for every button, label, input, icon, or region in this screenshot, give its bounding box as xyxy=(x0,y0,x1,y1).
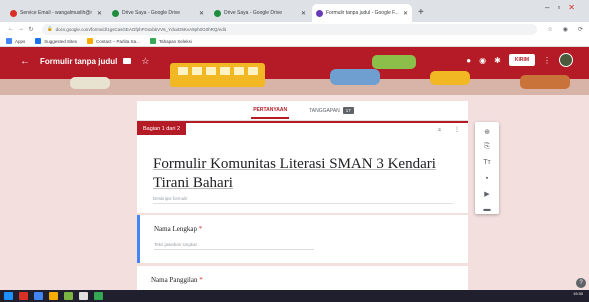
palette-icon[interactable]: ● xyxy=(466,56,471,65)
tab-responses[interactable]: TANGGAPAN 17 xyxy=(309,107,354,114)
windows-taskbar: 19:30 xyxy=(0,290,589,302)
bookmark-star-icon[interactable]: ☆ xyxy=(547,26,552,33)
start-icon[interactable] xyxy=(4,292,13,300)
browser-tab[interactable]: Drive Saya - Google Drive ✕ xyxy=(210,4,310,22)
close-tab-icon[interactable]: ✕ xyxy=(199,10,204,17)
bookmark-tahapan-seleksi[interactable]: Tahapan Seleksi xyxy=(149,38,192,44)
question-title-text: Nama Lengkap xyxy=(154,225,197,233)
floating-toolbar: ⊕ ⎘ Tт ▪ ▶ ▬ xyxy=(475,122,499,214)
form-header: ← Formulir tanpa judul ☆ ● ◉ ✱ KIRIM ⋮ xyxy=(0,47,589,95)
more-options-icon[interactable]: ⋮ xyxy=(543,56,551,65)
divider xyxy=(153,203,453,204)
send-button[interactable]: KIRIM xyxy=(508,54,535,66)
close-window-icon[interactable]: ✕ xyxy=(568,3,583,12)
question-title[interactable]: Nama Panggilan * xyxy=(151,276,203,284)
back-arrow-icon[interactable]: ← xyxy=(20,56,30,67)
url-field[interactable]: 🔒 docs.google.com/forms/d/1gsCasGEAGfphF… xyxy=(42,23,538,35)
close-tab-icon[interactable]: ✕ xyxy=(301,10,306,17)
collapse-icon[interactable]: ⌅ xyxy=(437,126,442,133)
video-icon[interactable]: ▶ xyxy=(482,189,492,199)
drive-favicon-icon xyxy=(112,9,119,17)
system-tray: 19:30 xyxy=(573,291,583,296)
tab-responses-label: TANGGAPAN xyxy=(309,107,340,114)
form-description-input[interactable]: Deskripsi formulir xyxy=(153,196,188,201)
form-title-card[interactable]: Bagian 1 dari 2 ⌅ ⋮ Formulir Komunitas L… xyxy=(137,121,468,213)
required-mark: * xyxy=(199,276,203,284)
tab-questions[interactable]: PERTANYAAN xyxy=(251,103,290,119)
question-title-text: Nama Panggilan xyxy=(151,276,198,284)
taskbar-app-icon[interactable] xyxy=(34,292,43,300)
forms-favicon-icon xyxy=(316,9,323,17)
short-answer-hint: Teks jawaban singkat xyxy=(154,242,197,247)
question-title[interactable]: Nama Lengkap * xyxy=(154,225,202,233)
apps-grid-icon xyxy=(6,38,12,44)
reload-icon[interactable]: ↻ xyxy=(26,26,36,33)
maximize-icon[interactable]: ▫ xyxy=(557,3,568,12)
window-controls: –▫✕ xyxy=(545,3,583,12)
tab-title: Service Email - wangalmuslih@r xyxy=(20,10,93,16)
suggested-sites-icon xyxy=(35,38,42,44)
new-tab-button[interactable]: + xyxy=(418,4,424,22)
section-label: Bagian 1 dari 2 xyxy=(137,123,186,135)
section-icon[interactable]: ▬ xyxy=(482,205,492,215)
folder-icon[interactable] xyxy=(123,58,132,64)
bookmarks-bar: Apps Suggested Sites Contact – Parlita S… xyxy=(0,36,589,47)
required-mark: * xyxy=(198,225,203,233)
bookmark-label: Suggested Sites xyxy=(44,38,78,44)
bookmark-label: Tahapan Seleksi xyxy=(158,38,192,44)
site-favicon-icon xyxy=(87,38,94,44)
site-favicon-icon xyxy=(149,38,156,44)
url-text: docs.google.com/forms/d/1gsCasGEAGfphFGs… xyxy=(55,26,226,32)
image-icon[interactable]: ▪ xyxy=(482,174,492,184)
extension-icon[interactable]: ◉ xyxy=(563,26,568,33)
clock-time[interactable]: 19:30 xyxy=(573,291,583,296)
browser-tab[interactable]: Service Email - wangalmuslih@r ✕ xyxy=(6,4,106,22)
star-icon[interactable]: ☆ xyxy=(141,56,149,67)
form-name[interactable]: Formulir tanpa judul xyxy=(40,57,117,66)
title-text-icon[interactable]: Tт xyxy=(482,158,492,168)
settings-gear-icon[interactable]: ✱ xyxy=(494,56,501,65)
avatar[interactable] xyxy=(559,53,573,67)
back-icon[interactable]: ← xyxy=(6,26,16,32)
taskbar-app-icon[interactable] xyxy=(64,292,73,300)
browser-tab-active[interactable]: Formulir tanpa judul - Google F... ✕ xyxy=(312,4,412,22)
preview-eye-icon[interactable]: ◉ xyxy=(479,56,486,65)
bookmark-label: Apps xyxy=(15,38,26,44)
add-question-icon[interactable]: ⊕ xyxy=(482,127,492,137)
answer-underline xyxy=(154,249,314,250)
form-title-input[interactable]: Formulir Komunitas Literasi SMAN 3 Kenda… xyxy=(153,155,453,193)
bookmark-contact[interactable]: Contact – Parlita Sa... xyxy=(87,38,140,44)
taskbar-app-icon[interactable] xyxy=(49,292,58,300)
forward-icon[interactable]: → xyxy=(16,26,26,32)
responses-count-badge: 17 xyxy=(342,107,354,114)
bookmark-label: Contact – Parlita Sa... xyxy=(96,38,140,44)
tab-title: Drive Saya - Google Drive xyxy=(122,10,181,16)
drive-favicon-icon xyxy=(214,9,221,17)
tab-title: Formulir tanpa judul - Google F... xyxy=(326,10,399,16)
taskbar-app-icon[interactable] xyxy=(79,292,88,300)
import-question-icon[interactable]: ⎘ xyxy=(482,143,492,153)
minimize-icon[interactable]: – xyxy=(545,3,557,12)
lock-icon: 🔒 xyxy=(47,26,53,31)
browser-tab[interactable]: Drive Saya - Google Drive ✕ xyxy=(108,4,208,22)
browser-tab-strip: Service Email - wangalmuslih@r ✕ Drive S… xyxy=(0,0,589,22)
question-card[interactable]: Nama Panggilan * xyxy=(137,266,468,290)
section-more-icon[interactable]: ⋮ xyxy=(454,126,460,133)
help-button[interactable]: ? xyxy=(576,278,586,288)
question-card[interactable]: Nama Lengkap * Teks jawaban singkat xyxy=(137,215,468,263)
gmail-favicon-icon xyxy=(10,9,17,17)
form-tabs: PERTANYAAN TANGGAPAN 17 xyxy=(137,101,468,121)
chrome-icon[interactable] xyxy=(94,292,103,300)
bookmark-apps[interactable]: Apps xyxy=(6,38,25,44)
address-bar-row: ← → ↻ 🔒 docs.google.com/forms/d/1gsCasGE… xyxy=(0,22,589,36)
tab-title: Drive Saya - Google Drive xyxy=(224,10,283,16)
taskbar-app-icon[interactable] xyxy=(19,292,28,300)
sync-icon[interactable]: ⟳ xyxy=(578,26,583,33)
close-tab-icon[interactable]: ✕ xyxy=(403,10,408,17)
close-tab-icon[interactable]: ✕ xyxy=(97,10,102,17)
bookmark-suggested-sites[interactable]: Suggested Sites xyxy=(35,38,77,44)
